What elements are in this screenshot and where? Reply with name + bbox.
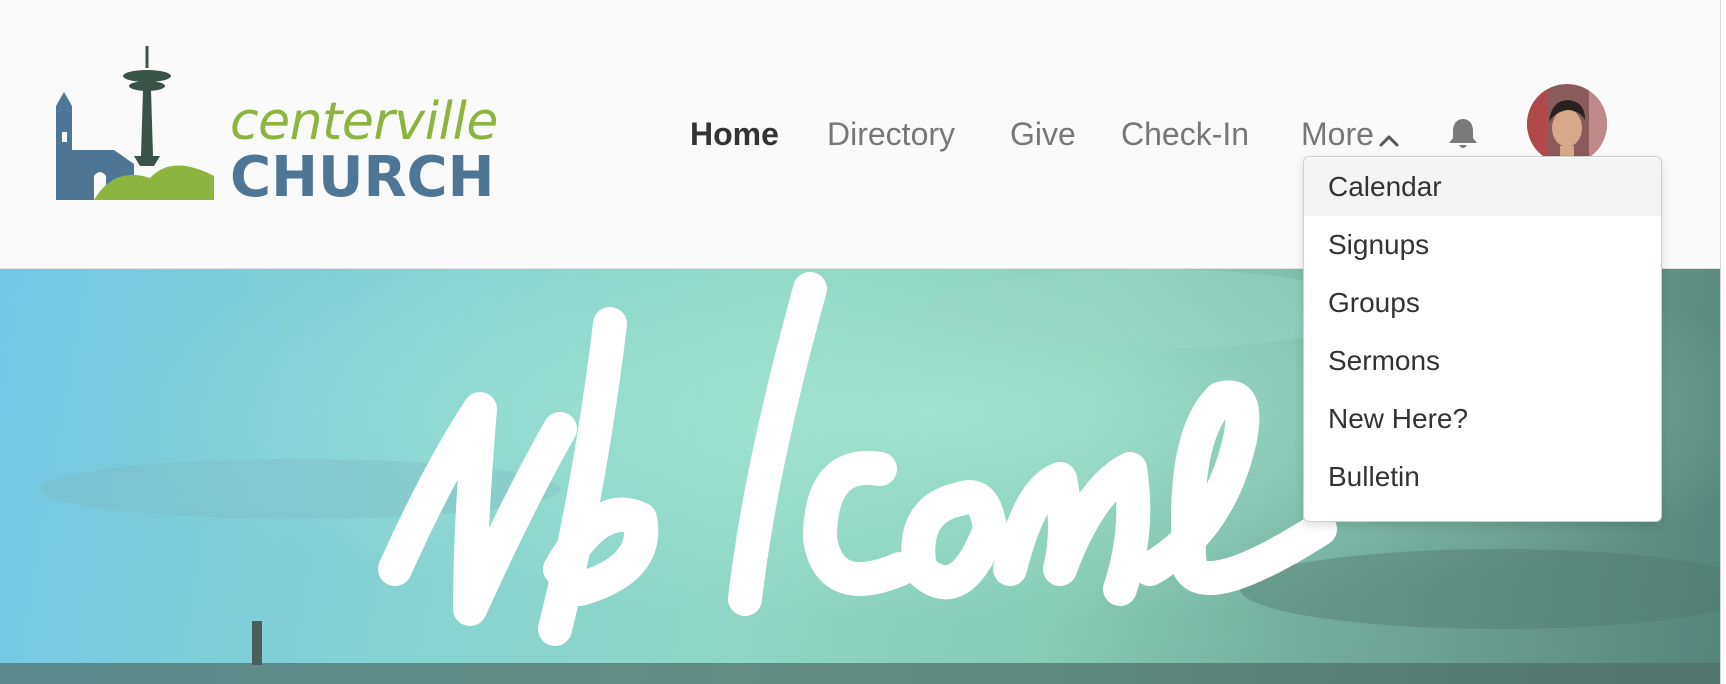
dropdown-item-bulletin[interactable]: Bulletin: [1304, 448, 1661, 506]
nav-give[interactable]: Give: [1010, 112, 1076, 156]
nav-more-label: More: [1301, 116, 1374, 152]
more-dropdown-menu: Calendar Signups Groups Sermons New Here…: [1303, 156, 1662, 522]
scrollbar-track[interactable]: [1720, 0, 1726, 684]
dropdown-item-groups[interactable]: Groups: [1304, 274, 1661, 332]
dropdown-item-calendar[interactable]: Calendar: [1304, 158, 1661, 216]
dropdown-item-new-here[interactable]: New Here?: [1304, 390, 1661, 448]
nav-directory[interactable]: Directory: [827, 112, 955, 156]
dropdown-item-signups[interactable]: Signups: [1304, 216, 1661, 274]
logo-text-church: CHURCH: [230, 145, 495, 210]
chevron-up-icon: [1378, 115, 1400, 159]
dropdown-item-sermons[interactable]: Sermons: [1304, 332, 1661, 390]
user-avatar[interactable]: [1527, 84, 1607, 164]
nav-home[interactable]: Home: [690, 112, 779, 156]
bell-icon[interactable]: [1446, 116, 1480, 152]
nav-check-in[interactable]: Check-In: [1121, 112, 1249, 156]
nav-more[interactable]: More: [1301, 112, 1400, 159]
